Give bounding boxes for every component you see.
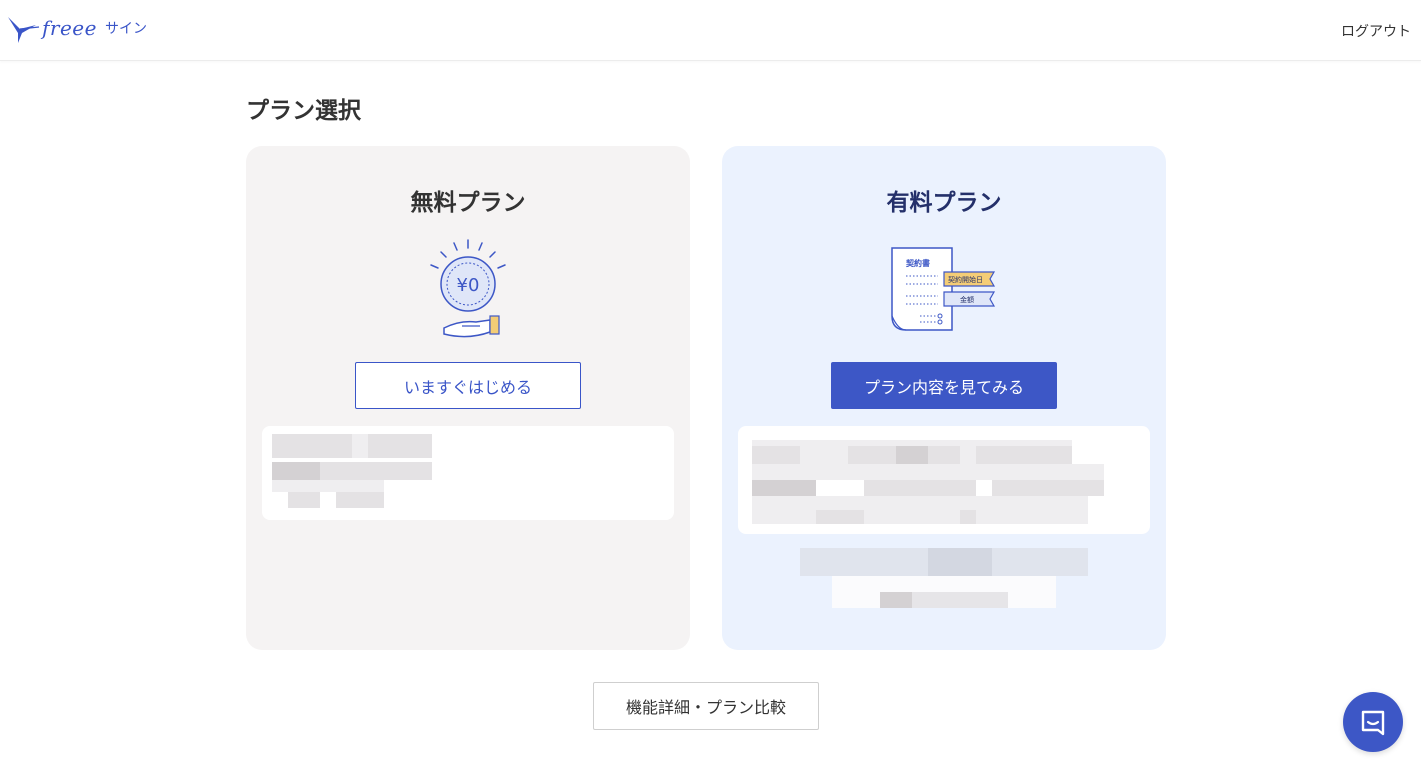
contract-document-icon: 契約書 契約開始日 金額 [891,247,996,331]
logo-text: freee [42,16,97,40]
paid-plan-title: 有料プラン [886,190,1002,216]
yen-zero-text: ¥0 [457,275,480,296]
chat-launcher-button[interactable] [1343,692,1403,752]
tag-amount-text: 金額 [960,295,974,304]
logout-link[interactable]: ログアウト [1341,21,1411,41]
view-plan-details-button[interactable]: プラン内容を見てみる [831,362,1057,409]
page-title: プラン選択 [246,98,361,124]
freee-sign-logo[interactable]: freee サイン [6,10,147,46]
free-coin-hand-icon: ¥0 [430,239,506,338]
bird-logo-icon [8,17,40,43]
start-now-button[interactable]: いますぐはじめる [355,362,581,409]
doc-title-text: 契約書 [905,258,930,268]
logo-sub-text: サイン [104,21,147,37]
feature-compare-button[interactable]: 機能詳細・プラン比較 [593,682,819,730]
free-plan-title: 無料プラン [410,190,526,216]
chat-icon [1361,710,1385,736]
tag-start-date-text: 契約開始日 [948,275,983,284]
header: freee サイン ログアウト [0,0,1421,61]
